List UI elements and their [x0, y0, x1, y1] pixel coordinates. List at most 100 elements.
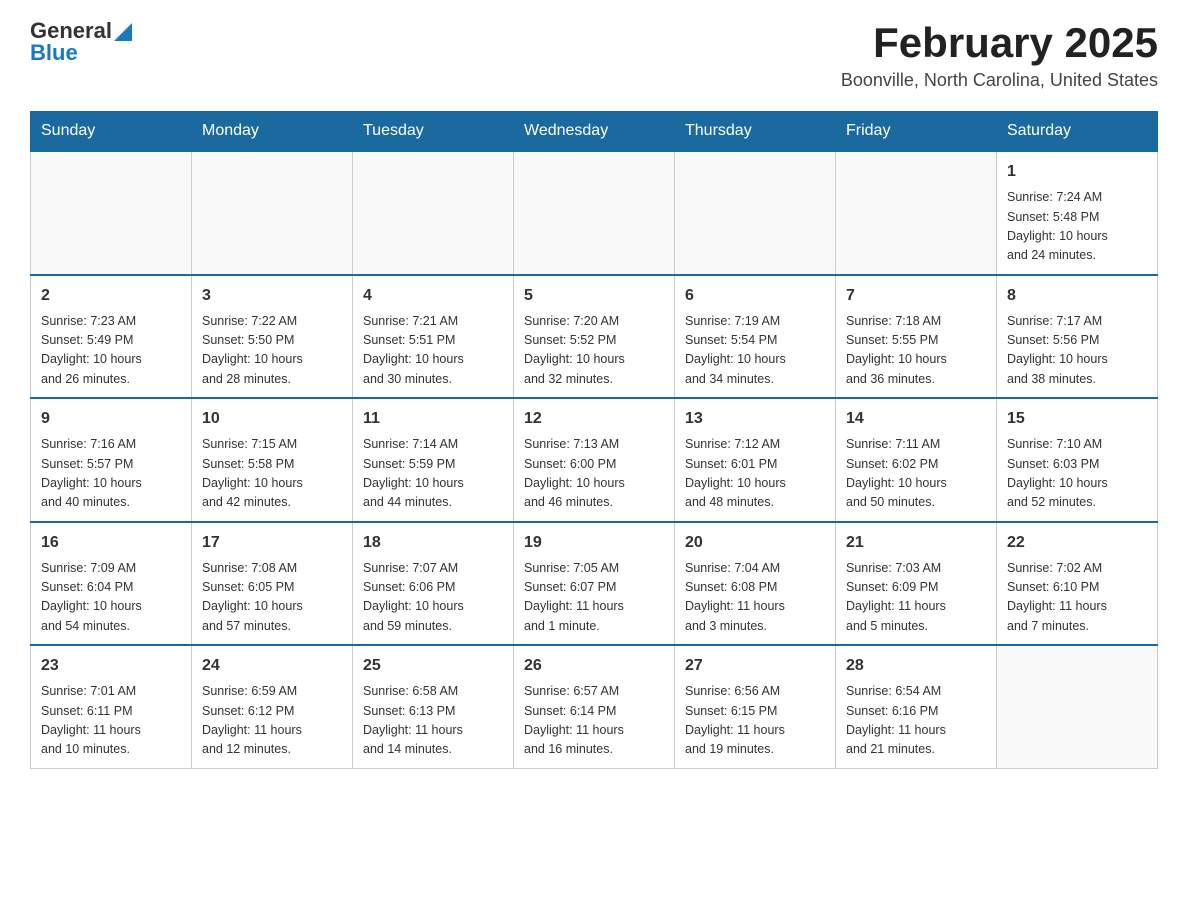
day-number: 22 [1007, 531, 1147, 555]
day-info: Sunrise: 7:18 AMSunset: 5:55 PMDaylight:… [846, 312, 986, 390]
calendar-cell: 8 Sunrise: 7:17 AMSunset: 5:56 PMDaylight… [997, 275, 1158, 399]
day-number: 5 [524, 284, 664, 308]
day-info: Sunrise: 7:14 AMSunset: 5:59 PMDaylight:… [363, 435, 503, 513]
calendar-cell: 17 Sunrise: 7:08 AMSunset: 6:05 PMDayligh… [192, 522, 353, 646]
day-number: 11 [363, 407, 503, 431]
calendar-cell: 7 Sunrise: 7:18 AMSunset: 5:55 PMDaylight… [836, 275, 997, 399]
day-info: Sunrise: 7:07 AMSunset: 6:06 PMDaylight:… [363, 559, 503, 637]
week-row-3: 9 Sunrise: 7:16 AMSunset: 5:57 PMDaylight… [31, 398, 1158, 522]
calendar-cell: 2 Sunrise: 7:23 AMSunset: 5:49 PMDaylight… [31, 275, 192, 399]
week-row-1: 1Sunrise: 7:24 AMSunset: 5:48 PMDaylight… [31, 151, 1158, 275]
calendar-cell: 13 Sunrise: 7:12 AMSunset: 6:01 PMDayligh… [675, 398, 836, 522]
day-number: 8 [1007, 284, 1147, 308]
day-number: 26 [524, 654, 664, 678]
calendar-cell: 6 Sunrise: 7:19 AMSunset: 5:54 PMDaylight… [675, 275, 836, 399]
logo-general: General [30, 20, 112, 42]
col-header-monday: Monday [192, 112, 353, 152]
week-row-4: 16Sunrise: 7:09 AMSunset: 6:04 PMDayligh… [31, 522, 1158, 646]
calendar-cell: 1Sunrise: 7:24 AMSunset: 5:48 PMDaylight… [997, 151, 1158, 275]
day-number: 15 [1007, 407, 1147, 431]
calendar-cell: 22 Sunrise: 7:02 AMSunset: 6:10 PMDayligh… [997, 522, 1158, 646]
day-number: 18 [363, 531, 503, 555]
calendar-cell: 15 Sunrise: 7:10 AMSunset: 6:03 PMDayligh… [997, 398, 1158, 522]
day-info: Sunrise: 7:12 AMSunset: 6:01 PMDaylight:… [685, 435, 825, 513]
calendar-cell: 16Sunrise: 7:09 AMSunset: 6:04 PMDayligh… [31, 522, 192, 646]
col-header-saturday: Saturday [997, 112, 1158, 152]
day-info: Sunrise: 7:24 AMSunset: 5:48 PMDaylight:… [1007, 188, 1147, 266]
col-header-tuesday: Tuesday [353, 112, 514, 152]
calendar-cell: 19 Sunrise: 7:05 AMSunset: 6:07 PMDayligh… [514, 522, 675, 646]
day-number: 9 [41, 407, 181, 431]
calendar-cell [836, 151, 997, 275]
calendar-cell: 3 Sunrise: 7:22 AMSunset: 5:50 PMDaylight… [192, 275, 353, 399]
day-info: Sunrise: 7:08 AMSunset: 6:05 PMDaylight:… [202, 559, 342, 637]
day-info: Sunrise: 7:23 AMSunset: 5:49 PMDaylight:… [41, 312, 181, 390]
calendar-cell: 24 Sunrise: 6:59 AMSunset: 6:12 PMDayligh… [192, 645, 353, 768]
calendar-title: February 2025 [841, 20, 1158, 66]
day-number: 19 [524, 531, 664, 555]
day-number: 17 [202, 531, 342, 555]
day-info: Sunrise: 7:04 AMSunset: 6:08 PMDaylight:… [685, 559, 825, 637]
calendar-cell [192, 151, 353, 275]
day-number: 20 [685, 531, 825, 555]
day-info: Sunrise: 7:13 AMSunset: 6:00 PMDaylight:… [524, 435, 664, 513]
calendar-cell [31, 151, 192, 275]
calendar-cell: 12 Sunrise: 7:13 AMSunset: 6:00 PMDayligh… [514, 398, 675, 522]
day-number: 6 [685, 284, 825, 308]
calendar-cell [997, 645, 1158, 768]
day-info: Sunrise: 7:17 AMSunset: 5:56 PMDaylight:… [1007, 312, 1147, 390]
calendar-cell [514, 151, 675, 275]
col-header-thursday: Thursday [675, 112, 836, 152]
calendar-cell: 4 Sunrise: 7:21 AMSunset: 5:51 PMDaylight… [353, 275, 514, 399]
calendar-cell: 27 Sunrise: 6:56 AMSunset: 6:15 PMDayligh… [675, 645, 836, 768]
day-info: Sunrise: 6:54 AMSunset: 6:16 PMDaylight:… [846, 682, 986, 760]
calendar-cell: 25 Sunrise: 6:58 AMSunset: 6:13 PMDayligh… [353, 645, 514, 768]
day-info: Sunrise: 7:16 AMSunset: 5:57 PMDaylight:… [41, 435, 181, 513]
day-number: 12 [524, 407, 664, 431]
day-info: Sunrise: 7:03 AMSunset: 6:09 PMDaylight:… [846, 559, 986, 637]
calendar-cell: 10Sunrise: 7:15 AMSunset: 5:58 PMDayligh… [192, 398, 353, 522]
col-header-friday: Friday [836, 112, 997, 152]
day-number: 3 [202, 284, 342, 308]
day-info: Sunrise: 7:11 AMSunset: 6:02 PMDaylight:… [846, 435, 986, 513]
day-info: Sunrise: 7:01 AMSunset: 6:11 PMDaylight:… [41, 682, 181, 760]
calendar-subtitle: Boonville, North Carolina, United States [841, 70, 1158, 91]
header-row: SundayMondayTuesdayWednesdayThursdayFrid… [31, 112, 1158, 152]
calendar-cell: 26 Sunrise: 6:57 AMSunset: 6:14 PMDayligh… [514, 645, 675, 768]
day-info: Sunrise: 7:19 AMSunset: 5:54 PMDaylight:… [685, 312, 825, 390]
calendar-table: SundayMondayTuesdayWednesdayThursdayFrid… [30, 111, 1158, 769]
day-info: Sunrise: 6:59 AMSunset: 6:12 PMDaylight:… [202, 682, 342, 760]
day-info: Sunrise: 7:02 AMSunset: 6:10 PMDaylight:… [1007, 559, 1147, 637]
calendar-cell: 20 Sunrise: 7:04 AMSunset: 6:08 PMDayligh… [675, 522, 836, 646]
day-info: Sunrise: 7:10 AMSunset: 6:03 PMDaylight:… [1007, 435, 1147, 513]
day-number: 4 [363, 284, 503, 308]
logo-blue: Blue [30, 42, 78, 64]
day-number: 27 [685, 654, 825, 678]
page-header: General Blue February 2025 Boonville, No… [30, 20, 1158, 91]
day-info: Sunrise: 7:15 AMSunset: 5:58 PMDaylight:… [202, 435, 342, 513]
calendar-cell: 23Sunrise: 7:01 AMSunset: 6:11 PMDayligh… [31, 645, 192, 768]
logo: General Blue [30, 20, 132, 64]
day-number: 14 [846, 407, 986, 431]
day-number: 21 [846, 531, 986, 555]
day-info: Sunrise: 7:21 AMSunset: 5:51 PMDaylight:… [363, 312, 503, 390]
day-info: Sunrise: 6:56 AMSunset: 6:15 PMDaylight:… [685, 682, 825, 760]
day-info: Sunrise: 6:58 AMSunset: 6:13 PMDaylight:… [363, 682, 503, 760]
day-number: 25 [363, 654, 503, 678]
title-block: February 2025 Boonville, North Carolina,… [841, 20, 1158, 91]
week-row-5: 23Sunrise: 7:01 AMSunset: 6:11 PMDayligh… [31, 645, 1158, 768]
day-number: 13 [685, 407, 825, 431]
calendar-cell: 14 Sunrise: 7:11 AMSunset: 6:02 PMDayligh… [836, 398, 997, 522]
col-header-wednesday: Wednesday [514, 112, 675, 152]
day-info: Sunrise: 7:22 AMSunset: 5:50 PMDaylight:… [202, 312, 342, 390]
day-info: Sunrise: 6:57 AMSunset: 6:14 PMDaylight:… [524, 682, 664, 760]
day-number: 7 [846, 284, 986, 308]
day-info: Sunrise: 7:09 AMSunset: 6:04 PMDaylight:… [41, 559, 181, 637]
day-info: Sunrise: 7:05 AMSunset: 6:07 PMDaylight:… [524, 559, 664, 637]
day-info: Sunrise: 7:20 AMSunset: 5:52 PMDaylight:… [524, 312, 664, 390]
calendar-cell: 18 Sunrise: 7:07 AMSunset: 6:06 PMDayligh… [353, 522, 514, 646]
week-row-2: 2 Sunrise: 7:23 AMSunset: 5:49 PMDaylight… [31, 275, 1158, 399]
calendar-cell: 9 Sunrise: 7:16 AMSunset: 5:57 PMDaylight… [31, 398, 192, 522]
day-number: 24 [202, 654, 342, 678]
day-number: 2 [41, 284, 181, 308]
